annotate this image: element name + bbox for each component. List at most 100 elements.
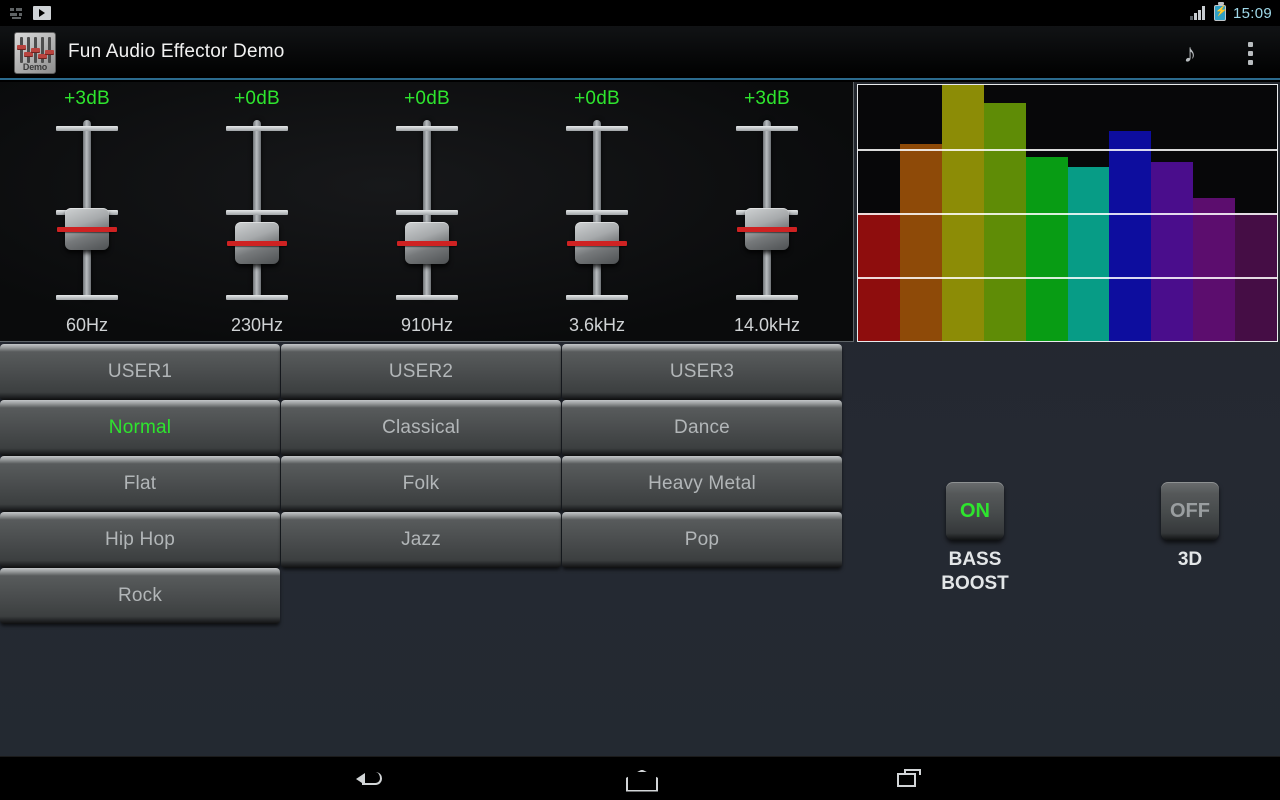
preset-button-pop[interactable]: Pop <box>562 512 842 568</box>
eq-slider-track[interactable] <box>253 120 261 298</box>
music-note-icon: ♪ <box>1183 38 1197 68</box>
spectrum-bar-fill <box>1025 156 1068 341</box>
eq-tick-mark <box>396 295 458 300</box>
app-icon[interactable]: Demo <box>14 32 56 74</box>
effect-label-3d: 3D <box>1177 549 1203 570</box>
eq-slider-thumb[interactable] <box>737 207 797 250</box>
preset-button-hip-hop[interactable]: Hip Hop <box>0 512 280 568</box>
eq-tick-mark <box>396 126 458 131</box>
eq-tick-mark <box>56 126 118 131</box>
spectrum-bar <box>1193 85 1236 341</box>
status-bar: 15:09 <box>0 0 1280 26</box>
eq-slider-thumb[interactable] <box>57 207 117 250</box>
spectrum-bar-fill <box>983 102 1026 341</box>
eq-tick-mark <box>396 210 458 215</box>
preset-button-rock[interactable]: Rock <box>0 568 280 624</box>
eq-tick-mark <box>226 210 288 215</box>
eq-gain-label: +0dB <box>404 88 450 109</box>
preset-button-flat[interactable]: Flat <box>0 456 280 512</box>
eq-band-14-0khz: +3dB 14.0kHz <box>682 82 852 342</box>
preset-button-normal[interactable]: Normal <box>0 400 280 456</box>
android-screen: 15:09 Demo Fun Audio Effector Demo ♪ <box>0 0 1280 800</box>
eq-band-910hz: +0dB 910Hz <box>342 82 512 342</box>
preset-button-classical[interactable]: Classical <box>281 400 561 456</box>
eq-gain-label: +0dB <box>234 88 280 109</box>
eq-band-230hz: +0dB 230Hz <box>172 82 342 342</box>
preset-button-user1[interactable]: USER1 <box>0 344 280 400</box>
spectrum-bar <box>983 85 1026 341</box>
preset-button-folk[interactable]: Folk <box>281 456 561 512</box>
eq-frequency-label: 230Hz <box>230 315 284 335</box>
status-bar-notifications[interactable] <box>10 0 51 26</box>
eq-band-3-6khz: +0dB 3.6kHz <box>512 82 682 342</box>
eq-slider-thumb[interactable] <box>567 221 627 264</box>
eq-slider-thumb[interactable] <box>397 221 457 264</box>
overflow-menu-icon <box>1247 41 1253 65</box>
overflow-menu-button[interactable] <box>1220 26 1280 80</box>
eq-slider-track[interactable] <box>423 120 431 298</box>
spectrum-bar <box>858 85 900 341</box>
eq-frequency-label: 14.0kHz <box>733 315 801 335</box>
preset-button-dance[interactable]: Dance <box>562 400 842 456</box>
equalizer-panel: +3dB 60Hz +0dB 230Hz +0dB 910Hz +0dB 3.6kHz +3dB… <box>0 82 854 342</box>
preset-row: Rock <box>0 568 846 624</box>
eq-band-60hz: +3dB 60Hz <box>2 82 172 342</box>
spectrum-bar <box>1235 85 1277 341</box>
spectrum-bar <box>899 85 942 341</box>
home-icon <box>626 770 654 788</box>
spectrum-bar-fill <box>1193 197 1236 341</box>
music-button[interactable]: ♪ <box>1160 26 1220 80</box>
eq-slider-track[interactable] <box>593 120 601 298</box>
status-bar-system: 15:09 <box>1189 0 1272 26</box>
eq-frequency-label: 910Hz <box>400 315 454 335</box>
spectrum-bar-fill <box>941 85 984 341</box>
preset-button-user3[interactable]: USER3 <box>562 344 842 400</box>
play-store-icon <box>33 6 51 20</box>
eq-tick-mark <box>566 210 628 215</box>
spectrum-bar-fill <box>1067 166 1110 341</box>
effect-toggle-bass-boost: ON BASS BOOST <box>900 482 1050 596</box>
signal-icon <box>1189 6 1207 20</box>
eq-tick-mark <box>226 126 288 131</box>
effect-toggle-3d: OFF 3D <box>1115 482 1265 572</box>
spectrum-bar <box>1151 85 1194 341</box>
preset-row: Flat Folk Heavy Metal <box>0 456 846 512</box>
status-bar-clock: 15:09 <box>1232 4 1272 22</box>
recents-icon <box>897 768 923 789</box>
preset-row: USER1 USER2 USER3 <box>0 344 846 400</box>
action-bar: Demo Fun Audio Effector Demo ♪ <box>0 26 1280 80</box>
effect-state-button-bass-boost[interactable]: ON <box>946 482 1004 540</box>
spectrum-bar <box>941 85 984 341</box>
eq-frequency-label: 3.6kHz <box>568 315 626 335</box>
spectrum-bar-fill <box>858 213 900 341</box>
effect-state-button-3d[interactable]: OFF <box>1161 482 1219 540</box>
spectrum-bar <box>1025 85 1068 341</box>
main-content: +3dB 60Hz +0dB 230Hz +0dB 910Hz +0dB 3.6kHz +3dB… <box>0 82 1280 756</box>
spectrum-bars <box>858 85 1277 341</box>
preset-row: Normal Classical Dance <box>0 400 846 456</box>
preset-button-jazz[interactable]: Jazz <box>281 512 561 568</box>
nav-recents-button[interactable] <box>882 757 938 800</box>
spectrum-bar <box>1109 85 1152 341</box>
eq-tick-mark <box>736 295 798 300</box>
spectrum-visualizer <box>857 84 1278 342</box>
eq-tick-mark <box>56 295 118 300</box>
nav-home-button[interactable] <box>612 757 668 800</box>
spectrum-bar-fill <box>1235 213 1277 341</box>
preset-button-heavy-metal[interactable]: Heavy Metal <box>562 456 842 512</box>
spectrum-bar-fill <box>1109 131 1152 341</box>
preset-button-user2[interactable]: USER2 <box>281 344 561 400</box>
eq-gain-label: +3dB <box>64 88 110 109</box>
app-title: Fun Audio Effector Demo <box>68 41 285 62</box>
back-icon <box>356 770 384 788</box>
effect-label-bass-boost-line2: BOOST <box>941 573 1009 594</box>
eq-gain-label: +0dB <box>574 88 620 109</box>
eq-tick-mark <box>566 126 628 131</box>
eq-frequency-label: 60Hz <box>65 315 109 335</box>
apk-install-icon <box>10 7 23 20</box>
preset-row: Hip Hop Jazz Pop <box>0 512 846 568</box>
nav-back-button[interactable] <box>342 757 398 800</box>
eq-gain-label: +3dB <box>744 88 790 109</box>
eq-tick-mark <box>736 126 798 131</box>
eq-slider-thumb[interactable] <box>227 221 287 264</box>
